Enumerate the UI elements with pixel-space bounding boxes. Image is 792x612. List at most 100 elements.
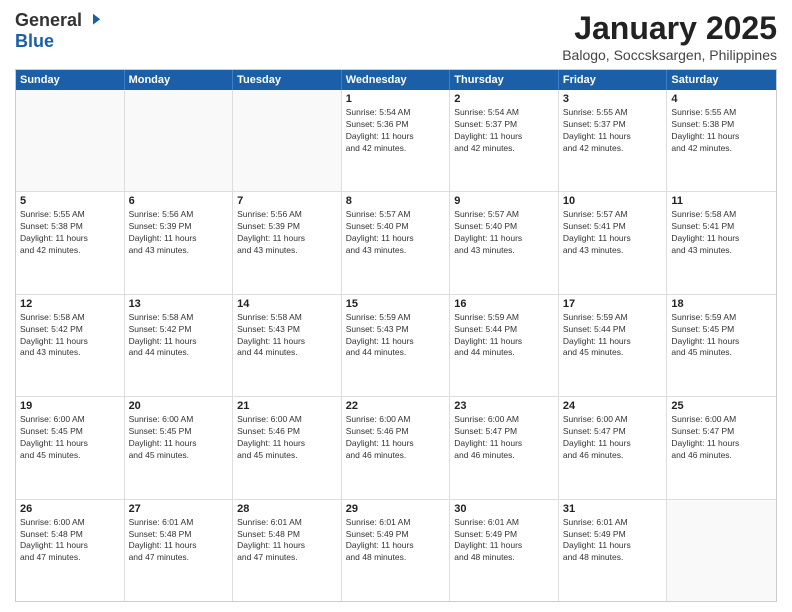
day-cell-29: 29Sunrise: 6:01 AM Sunset: 5:49 PM Dayli… (342, 500, 451, 601)
day-info: Sunrise: 5:57 AM Sunset: 5:40 PM Dayligh… (346, 209, 446, 257)
logo-general: General (15, 10, 82, 31)
week-row-1: 1Sunrise: 5:54 AM Sunset: 5:36 PM Daylig… (16, 90, 776, 192)
day-info: Sunrise: 5:56 AM Sunset: 5:39 PM Dayligh… (237, 209, 337, 257)
day-number: 23 (454, 400, 554, 412)
day-cell-26: 26 Sunrise: 6:00 AM Sunset: 5:48 PM Dayli… (16, 500, 125, 601)
day-cell-30: 30Sunrise: 6:01 AM Sunset: 5:49 PM Dayli… (450, 500, 559, 601)
day-number: 3 (563, 93, 663, 105)
header-day-wednesday: Wednesday (342, 70, 451, 90)
day-number: 25 (671, 400, 772, 412)
day-info: Sunrise: 6:01 AM Sunset: 5:48 PM Dayligh… (237, 517, 337, 565)
day-info: Sunrise: 5:57 AM Sunset: 5:41 PM Dayligh… (563, 209, 663, 257)
day-number: 15 (346, 298, 446, 310)
day-info: Sunrise: 5:58 AM Sunset: 5:42 PM Dayligh… (20, 312, 120, 360)
day-info: Sunrise: 6:00 AM Sunset: 5:46 PM Dayligh… (346, 414, 446, 462)
day-cell-14: 14 Sunrise: 5:58 AM Sunset: 5:43 PM Dayli… (233, 295, 342, 396)
day-cell-17: 17 Sunrise: 5:59 AM Sunset: 5:44 PM Dayli… (559, 295, 668, 396)
day-number: 27 (129, 503, 229, 515)
week-row-3: 12 Sunrise: 5:58 AM Sunset: 5:42 PM Dayli… (16, 295, 776, 397)
day-number: 17 (563, 298, 663, 310)
day-number: 26 (20, 503, 120, 515)
day-number: 9 (454, 195, 554, 207)
day-cell-4: 4Sunrise: 5:55 AM Sunset: 5:38 PM Daylig… (667, 90, 776, 191)
day-number: 31 (563, 503, 663, 515)
day-info: Sunrise: 5:58 AM Sunset: 5:43 PM Dayligh… (237, 312, 337, 360)
day-info: Sunrise: 6:00 AM Sunset: 5:46 PM Dayligh… (237, 414, 337, 462)
day-cell-6: 6Sunrise: 5:56 AM Sunset: 5:39 PM Daylig… (125, 192, 234, 293)
empty-cell (16, 90, 125, 191)
day-info: Sunrise: 6:00 AM Sunset: 5:48 PM Dayligh… (20, 517, 120, 565)
calendar-body: 1Sunrise: 5:54 AM Sunset: 5:36 PM Daylig… (16, 90, 776, 601)
empty-cell (667, 500, 776, 601)
day-number: 21 (237, 400, 337, 412)
day-info: Sunrise: 5:55 AM Sunset: 5:38 PM Dayligh… (671, 107, 772, 155)
day-cell-2: 2Sunrise: 5:54 AM Sunset: 5:37 PM Daylig… (450, 90, 559, 191)
day-cell-5: 5Sunrise: 5:55 AM Sunset: 5:38 PM Daylig… (16, 192, 125, 293)
day-cell-27: 27 Sunrise: 6:01 AM Sunset: 5:48 PM Dayli… (125, 500, 234, 601)
calendar-title: January 2025 (562, 10, 777, 47)
header-day-thursday: Thursday (450, 70, 559, 90)
week-row-2: 5Sunrise: 5:55 AM Sunset: 5:38 PM Daylig… (16, 192, 776, 294)
day-number: 13 (129, 298, 229, 310)
day-info: Sunrise: 5:59 AM Sunset: 5:44 PM Dayligh… (563, 312, 663, 360)
day-info: Sunrise: 6:01 AM Sunset: 5:49 PM Dayligh… (346, 517, 446, 565)
day-cell-1: 1Sunrise: 5:54 AM Sunset: 5:36 PM Daylig… (342, 90, 451, 191)
day-number: 14 (237, 298, 337, 310)
day-cell-31: 31 Sunrise: 6:01 AM Sunset: 5:49 PM Dayli… (559, 500, 668, 601)
day-number: 16 (454, 298, 554, 310)
day-info: Sunrise: 5:59 AM Sunset: 5:45 PM Dayligh… (671, 312, 772, 360)
day-info: Sunrise: 5:59 AM Sunset: 5:44 PM Dayligh… (454, 312, 554, 360)
day-cell-19: 19Sunrise: 6:00 AM Sunset: 5:45 PM Dayli… (16, 397, 125, 498)
day-cell-11: 11 Sunrise: 5:58 AM Sunset: 5:41 PM Dayli… (667, 192, 776, 293)
header-day-sunday: Sunday (16, 70, 125, 90)
empty-cell (125, 90, 234, 191)
day-info: Sunrise: 6:00 AM Sunset: 5:47 PM Dayligh… (671, 414, 772, 462)
day-info: Sunrise: 6:00 AM Sunset: 5:47 PM Dayligh… (454, 414, 554, 462)
day-info: Sunrise: 6:00 AM Sunset: 5:47 PM Dayligh… (563, 414, 663, 462)
header-day-friday: Friday (559, 70, 668, 90)
day-cell-8: 8 Sunrise: 5:57 AM Sunset: 5:40 PM Daylig… (342, 192, 451, 293)
day-number: 1 (346, 93, 446, 105)
day-info: Sunrise: 6:00 AM Sunset: 5:45 PM Dayligh… (20, 414, 120, 462)
day-cell-10: 10 Sunrise: 5:57 AM Sunset: 5:41 PM Dayli… (559, 192, 668, 293)
day-cell-18: 18 Sunrise: 5:59 AM Sunset: 5:45 PM Dayli… (667, 295, 776, 396)
day-number: 10 (563, 195, 663, 207)
header-day-saturday: Saturday (667, 70, 776, 90)
day-number: 24 (563, 400, 663, 412)
day-info: Sunrise: 6:00 AM Sunset: 5:45 PM Dayligh… (129, 414, 229, 462)
logo-blue: Blue (15, 31, 54, 51)
day-cell-22: 22Sunrise: 6:00 AM Sunset: 5:46 PM Dayli… (342, 397, 451, 498)
day-info: Sunrise: 6:01 AM Sunset: 5:48 PM Dayligh… (129, 517, 229, 565)
logo-flag-icon (84, 12, 102, 30)
calendar-header: SundayMondayTuesdayWednesdayThursdayFrid… (16, 70, 776, 90)
day-cell-7: 7 Sunrise: 5:56 AM Sunset: 5:39 PM Daylig… (233, 192, 342, 293)
day-number: 12 (20, 298, 120, 310)
calendar: SundayMondayTuesdayWednesdayThursdayFrid… (15, 69, 777, 602)
calendar-subtitle: Balogo, Soccsksargen, Philippines (562, 47, 777, 63)
day-number: 20 (129, 400, 229, 412)
day-number: 7 (237, 195, 337, 207)
week-row-4: 19Sunrise: 6:00 AM Sunset: 5:45 PM Dayli… (16, 397, 776, 499)
day-info: Sunrise: 5:55 AM Sunset: 5:37 PM Dayligh… (563, 107, 663, 155)
logo: General Blue (15, 10, 102, 52)
day-cell-12: 12 Sunrise: 5:58 AM Sunset: 5:42 PM Dayli… (16, 295, 125, 396)
day-info: Sunrise: 6:01 AM Sunset: 5:49 PM Dayligh… (563, 517, 663, 565)
day-number: 28 (237, 503, 337, 515)
day-cell-16: 16 Sunrise: 5:59 AM Sunset: 5:44 PM Dayli… (450, 295, 559, 396)
day-cell-9: 9Sunrise: 5:57 AM Sunset: 5:40 PM Daylig… (450, 192, 559, 293)
day-cell-25: 25 Sunrise: 6:00 AM Sunset: 5:47 PM Dayli… (667, 397, 776, 498)
header-day-tuesday: Tuesday (233, 70, 342, 90)
day-info: Sunrise: 6:01 AM Sunset: 5:49 PM Dayligh… (454, 517, 554, 565)
header: General Blue January 2025 Balogo, Soccsk… (15, 10, 777, 63)
title-block: January 2025 Balogo, Soccsksargen, Phili… (562, 10, 777, 63)
day-cell-28: 28 Sunrise: 6:01 AM Sunset: 5:48 PM Dayli… (233, 500, 342, 601)
page: General Blue January 2025 Balogo, Soccsk… (0, 0, 792, 612)
day-info: Sunrise: 5:58 AM Sunset: 5:41 PM Dayligh… (671, 209, 772, 257)
day-number: 8 (346, 195, 446, 207)
day-number: 6 (129, 195, 229, 207)
day-cell-21: 21 Sunrise: 6:00 AM Sunset: 5:46 PM Dayli… (233, 397, 342, 498)
day-number: 11 (671, 195, 772, 207)
day-number: 2 (454, 93, 554, 105)
day-number: 18 (671, 298, 772, 310)
day-cell-24: 24 Sunrise: 6:00 AM Sunset: 5:47 PM Dayli… (559, 397, 668, 498)
